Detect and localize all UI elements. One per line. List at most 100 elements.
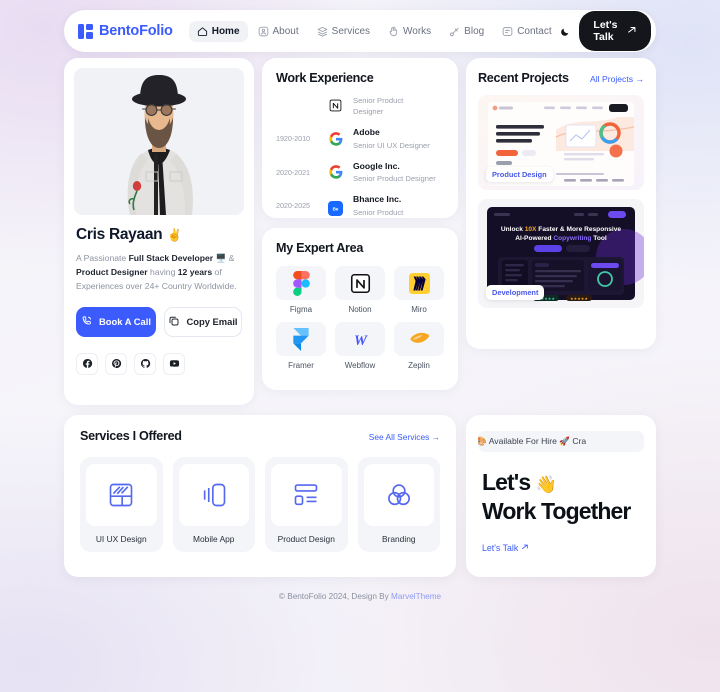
- expert-item-miro[interactable]: Miro: [394, 266, 444, 314]
- expert-label: Framer: [288, 361, 314, 370]
- facebook-icon[interactable]: [76, 352, 98, 375]
- home-icon: [197, 26, 208, 37]
- see-all-services-link[interactable]: See All Services →: [369, 432, 440, 442]
- nav-item-blog-label: Blog: [464, 25, 485, 37]
- work-row: Senior Product Designer: [276, 89, 444, 122]
- svg-text:AI-Powered Copywriting Tool: AI-Powered Copywriting Tool: [515, 235, 607, 242]
- work-row: 1920-2010 Adobe Senior UI UX Designer: [276, 122, 444, 156]
- expert-item-figma[interactable]: Figma: [276, 266, 326, 314]
- miro-logo: [408, 272, 430, 294]
- svg-text:★★★★★: ★★★★★: [570, 296, 588, 301]
- nav-item-contact[interactable]: Contact: [494, 21, 559, 42]
- footer: © BentoFolio 2024, Design By MarvelTheme: [0, 592, 720, 601]
- bio-part: 🖥️ &: [213, 253, 235, 263]
- expert-label: Figma: [289, 305, 313, 314]
- work-experience-list: Senior Product Designer 1920-2010 Adobe …: [276, 89, 444, 218]
- youtube-icon[interactable]: [163, 352, 185, 375]
- recent-projects-card: Recent Projects All Projects → Product D…: [466, 58, 656, 349]
- expert-area-card: My Expert Area Figma Notion Miro Framer …: [262, 228, 458, 390]
- all-projects-link[interactable]: All Projects →: [590, 74, 644, 84]
- nav-item-services-label: Services: [331, 25, 371, 37]
- expert-area-title: My Expert Area: [276, 241, 364, 255]
- work-role: Senior Product: [353, 207, 404, 217]
- pinterest-icon[interactable]: [105, 352, 127, 375]
- nav-item-blog[interactable]: Blog: [441, 21, 492, 42]
- profile-cta-row: Book A Call Copy Email: [76, 306, 244, 337]
- book-a-call-button[interactable]: Book A Call: [76, 306, 156, 337]
- lets-talk-link[interactable]: Let's Talk: [482, 543, 529, 553]
- navbar: BentoFolio Home About Services Works Blo…: [64, 10, 656, 52]
- work-row: 2020-2025 Be Bhance Inc. Senior Product: [276, 189, 444, 218]
- footer-text: © BentoFolio 2024, Design By: [278, 592, 392, 601]
- expert-item-webflow[interactable]: W Webflow: [335, 322, 385, 370]
- service-item-mobile-app[interactable]: Mobile App: [172, 457, 255, 552]
- bio-part: Product Designer: [76, 266, 148, 277]
- copy-icon: [168, 315, 180, 329]
- service-icon-box: [86, 464, 157, 526]
- work-info: Bhance Inc. Senior Product: [347, 194, 403, 218]
- work-company: Bhance Inc.: [353, 194, 402, 205]
- lets-talk-label: Let's Talk: [593, 19, 618, 43]
- nav-right: Let's Talk: [560, 11, 651, 51]
- project-tag: Product Design: [486, 167, 553, 182]
- arrow-right-icon: →: [431, 432, 440, 442]
- arrow-up-right-icon: [521, 543, 529, 553]
- service-icon-box: [178, 464, 249, 526]
- service-icon-box: [271, 464, 342, 526]
- footer-link[interactable]: MarvelTheme: [391, 592, 441, 601]
- expert-item-zeplin[interactable]: Zeplin: [394, 322, 444, 370]
- arrow-right-icon: →: [635, 74, 644, 84]
- notion-logo: [350, 273, 370, 293]
- social-links: [76, 352, 244, 375]
- app-root: BentoFolio Home About Services Works Blo…: [0, 0, 720, 692]
- nav-item-about[interactable]: About: [250, 21, 307, 42]
- see-all-services-label: See All Services: [368, 432, 430, 442]
- google-logo: [328, 131, 343, 146]
- brand[interactable]: BentoFolio: [78, 23, 173, 39]
- work-year: [276, 94, 324, 101]
- svg-text:Be: Be: [333, 207, 339, 212]
- work-company: Google Inc.: [353, 160, 400, 171]
- project-thumbnail-2[interactable]: Unlock 10X Faster & More Responsive AI-P…: [478, 199, 644, 308]
- nav-item-services[interactable]: Services: [309, 21, 378, 42]
- hand-icon: [388, 26, 399, 37]
- bio-part: 12 years: [177, 266, 213, 277]
- expert-item-notion[interactable]: Notion: [335, 266, 385, 314]
- work-info: Google Inc. Senior Product Designer: [347, 161, 436, 185]
- behance-logo: Be: [328, 201, 343, 217]
- bio-part: Full Stack Developer: [128, 253, 214, 263]
- contact-card: riences 🎨 Available For Hire 🚀 Cra Let's…: [466, 415, 656, 577]
- service-item-branding[interactable]: Branding: [357, 457, 440, 552]
- copy-email-label: Copy Email: [186, 316, 238, 328]
- expert-tile: [276, 322, 326, 356]
- bento-grid-icon: [78, 23, 93, 39]
- layout-diagonal-icon: [109, 483, 133, 507]
- profile-name: Cris Rayaan ✌️: [76, 226, 244, 244]
- recent-projects-title: Recent Projects: [478, 71, 569, 85]
- services-card: Services I Offered See All Services → UI…: [64, 415, 456, 577]
- moon-icon[interactable]: [560, 24, 570, 38]
- profile-name-text: Cris Rayaan: [76, 226, 163, 243]
- profile-bio: A Passionate Full Stack Developer 🖥️ & P…: [76, 252, 242, 294]
- service-item-ui-ux-design[interactable]: UI UX Design: [80, 457, 163, 552]
- work-year: 1920-2010: [276, 134, 310, 143]
- nav-item-works[interactable]: Works: [380, 21, 439, 42]
- webflow-logo: W: [354, 332, 368, 348]
- notion-logo: [328, 98, 343, 113]
- service-label: UI UX Design: [95, 534, 147, 544]
- copy-email-button[interactable]: Copy Email: [164, 306, 242, 337]
- expert-label: Miro: [411, 305, 427, 314]
- service-item-product-design[interactable]: Product Design: [265, 457, 348, 552]
- expert-item-framer[interactable]: Framer: [276, 322, 326, 370]
- zeplin-logo: [409, 332, 429, 343]
- arrow-up-right-icon: [627, 25, 637, 38]
- project-thumbnail-1[interactable]: Product Design: [478, 95, 644, 190]
- lets-talk-button[interactable]: Let's Talk: [579, 11, 651, 51]
- bio-part: having: [147, 266, 178, 277]
- work-year: 2020-2021: [276, 167, 310, 177]
- nav-item-home[interactable]: Home: [188, 20, 248, 42]
- service-label: Product Design: [277, 534, 335, 544]
- work-year: 2020-2025: [276, 201, 310, 211]
- contact-heading-line1: Let's: [482, 469, 531, 495]
- github-icon[interactable]: [134, 352, 156, 375]
